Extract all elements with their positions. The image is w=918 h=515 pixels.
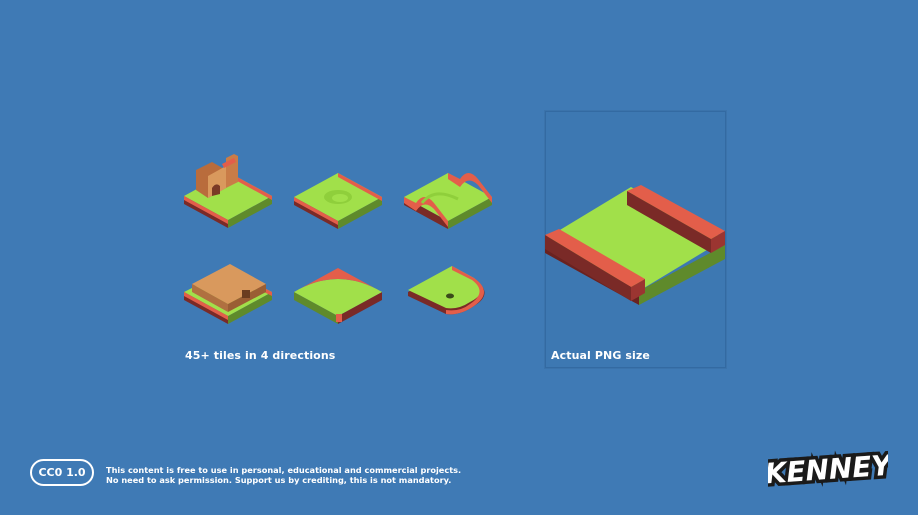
tile-castle	[182, 152, 276, 232]
tile-preview-large	[545, 183, 729, 311]
cc0-license-badge: CC0 1.0	[30, 459, 94, 486]
license-text: This content is free to use in personal,…	[106, 465, 461, 485]
tiles-caption: 45+ tiles in 4 directions	[185, 349, 336, 362]
kenney-logo: KENNEY	[760, 443, 899, 495]
logo-text: KENNEY	[768, 448, 888, 490]
tile-corner-curve	[292, 262, 386, 328]
license-line-1: This content is free to use in personal,…	[106, 465, 462, 475]
license-line-2: No need to ask permission. Support us by…	[106, 475, 452, 485]
tile-bumps	[402, 167, 496, 233]
tile-ramp	[182, 262, 276, 328]
tile-hole	[292, 167, 386, 233]
tile-rounded-end	[402, 262, 496, 328]
preview-caption: Actual PNG size	[551, 349, 650, 362]
